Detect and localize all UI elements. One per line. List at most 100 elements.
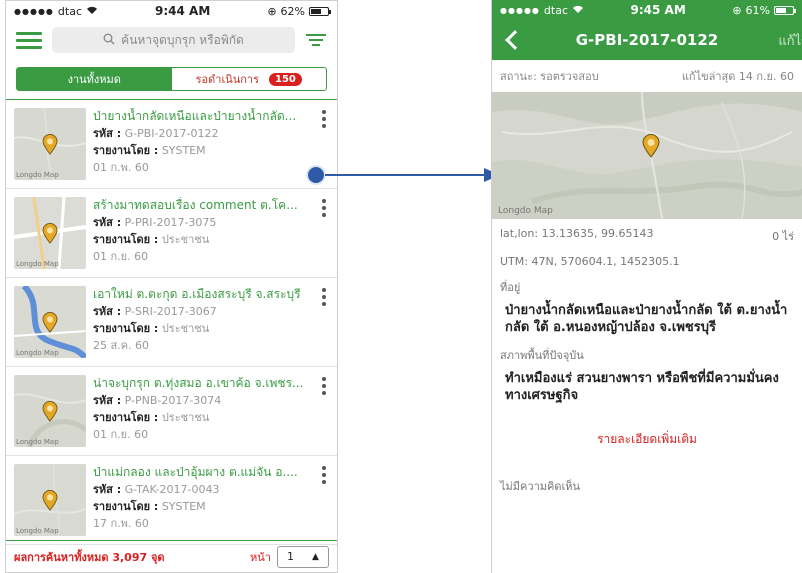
status-bar: ●●●●● dtac 9:44 AM ⊕ 62% bbox=[6, 1, 337, 21]
item-reporter: ประชาชน bbox=[161, 322, 210, 335]
list-item[interactable]: Longdo Map ป่ายางน้ำกลัดเหนือและป่ายางน้… bbox=[6, 100, 337, 189]
list-item[interactable]: Longdo Map เอาใหม่ ต.ตะกุด อ.เมืองสระบุร… bbox=[6, 278, 337, 367]
code-label: รหัส : bbox=[93, 305, 122, 318]
coords-row: lat,lon: 13.13635, 99.65143 0 ไร่ bbox=[492, 219, 802, 245]
tab-segment: งานทั้งหมด รอดำเนินการ 150 bbox=[16, 67, 327, 91]
menu-icon[interactable] bbox=[16, 31, 42, 49]
area-value: 0 ไร่ bbox=[772, 230, 794, 243]
map-attribution: Longdo Map bbox=[16, 438, 59, 446]
condition-label: สภาพพื้นที่ปัจจุบัน bbox=[500, 349, 584, 362]
filter-icon[interactable] bbox=[305, 34, 327, 46]
item-date: 17 ก.พ. 60 bbox=[93, 517, 149, 530]
item-date: 01 ก.พ. 60 bbox=[93, 161, 149, 174]
item-reporter: ประชาชน bbox=[161, 233, 210, 246]
map-attribution: Longdo Map bbox=[16, 349, 59, 357]
connector-dot bbox=[306, 165, 326, 185]
wifi-icon bbox=[572, 4, 584, 17]
location-pin-icon bbox=[42, 134, 58, 155]
more-vert-icon[interactable] bbox=[322, 377, 328, 395]
item-title: น่าจะบุกรุก ต.ทุ่งสมอ อ.เขาค้อ จ.เพชร... bbox=[93, 376, 304, 390]
item-code: G-PBI-2017-0122 bbox=[124, 127, 219, 140]
location-pin-icon bbox=[42, 401, 58, 422]
list-item[interactable]: Longdo Map น่าจะบุกรุก ต.ทุ่งสมอ อ.เขาค้… bbox=[6, 367, 337, 456]
item-code: P-PRI-2017-3075 bbox=[124, 216, 217, 229]
condition-value: ทำเหมืองแร่ สวนยางพารา หรือพืชที่มีความม… bbox=[492, 364, 802, 404]
tab-all[interactable]: งานทั้งหมด bbox=[17, 68, 172, 90]
battery-icon bbox=[774, 5, 796, 15]
location-pin-icon bbox=[42, 223, 58, 244]
more-vert-icon[interactable] bbox=[322, 466, 328, 484]
item-code: P-SRI-2017-3067 bbox=[124, 305, 217, 318]
more-details-link[interactable]: รายละเอียดเพิ่มเติม bbox=[492, 404, 802, 449]
location-pin-icon bbox=[642, 134, 660, 158]
chevron-up-icon: ▲ bbox=[312, 551, 319, 562]
reporter-label: รายงานโดย : bbox=[93, 322, 159, 335]
reporter-label: รายงานโดย : bbox=[93, 144, 159, 157]
edit-button[interactable]: แก้ไข bbox=[778, 30, 802, 51]
rotation-lock-icon: ⊕ bbox=[267, 4, 277, 18]
list-item[interactable]: Longdo Map สร้างมาทดสอบเรื่อง comment ต.… bbox=[6, 189, 337, 278]
tab-pending-label: รอดำเนินการ bbox=[195, 73, 259, 86]
report-list: Longdo Map ป่ายางน้ำกลัดเหนือและป่ายางน้… bbox=[6, 99, 337, 545]
code-label: รหัส : bbox=[93, 483, 122, 496]
map-thumbnail: Longdo Map bbox=[14, 108, 86, 180]
clock: 9:44 AM bbox=[155, 4, 211, 18]
more-vert-icon[interactable] bbox=[322, 288, 328, 306]
result-total: ผลการค้นหาทั้งหมด 3,097 จุด bbox=[14, 550, 165, 564]
code-label: รหัส : bbox=[93, 127, 122, 140]
battery-percent: 62% bbox=[280, 4, 305, 18]
carrier-label: dtac bbox=[543, 3, 568, 17]
map-thumbnail: Longdo Map bbox=[14, 197, 86, 269]
page-selector[interactable]: 1 ▲ bbox=[277, 545, 329, 568]
last-updated: แก้ไขล่าสุด 14 ก.ย. 60 bbox=[681, 70, 794, 83]
location-pin-icon bbox=[42, 490, 58, 511]
item-title: ป่าแม่กลอง และป่าอุ้มผาง ต.แม่จัน อ.... bbox=[93, 465, 298, 479]
condition-line-1: ทำเหมืองแร่ สวนยางพารา หรือพืชที่มีความม… bbox=[505, 371, 779, 386]
address-label: ที่อยู่ bbox=[500, 281, 521, 294]
page-title: G-PBI-2017-0122 bbox=[575, 31, 719, 49]
detail-header: ●●●●● dtac 9:45 AM ⊕ 61% G-PBI-2017-0122… bbox=[492, 0, 802, 60]
location-map[interactable]: Longdo Map bbox=[492, 92, 802, 219]
review-status: สถานะ: รอตรวจสอบ bbox=[500, 70, 599, 83]
code-label: รหัส : bbox=[93, 216, 122, 229]
battery-icon bbox=[309, 6, 331, 16]
map-thumbnail: Longdo Map bbox=[14, 286, 86, 358]
reporter-label: รายงานโดย : bbox=[93, 500, 159, 513]
comments-status: ไม่มีความคิดเห็น bbox=[500, 480, 581, 493]
clock: 9:45 AM bbox=[630, 3, 686, 17]
reporter-label: รายงานโดย : bbox=[93, 411, 159, 424]
list-screen: ●●●●● dtac 9:44 AM ⊕ 62% ค้นหาจุดบุกรุก … bbox=[5, 0, 338, 573]
utm-value: UTM: 47N, 570604.1, 1452305.1 bbox=[500, 255, 680, 268]
condition-line-2: ทางเศรษฐกิจ bbox=[505, 388, 579, 403]
nav-bar: G-PBI-2017-0122 แก้ไข bbox=[492, 20, 802, 60]
detail-screen: ●●●●● dtac 9:45 AM ⊕ 61% G-PBI-2017-0122… bbox=[491, 0, 802, 573]
tab-pending[interactable]: รอดำเนินการ 150 bbox=[172, 68, 327, 90]
item-code: P-PNB-2017-3074 bbox=[124, 394, 222, 407]
address-line-1: ป่ายางน้ำกลัดเหนือและป่ายางน้ำกลัด ใต้ ต… bbox=[505, 303, 788, 318]
carrier-label: dtac bbox=[57, 4, 82, 18]
location-pin-icon bbox=[42, 312, 58, 333]
list-item[interactable]: Longdo Map ป่าแม่กลอง และป่าอุ้มผาง ต.แม… bbox=[6, 456, 337, 545]
item-title: เอาใหม่ ต.ตะกุด อ.เมืองสระบุรี จ.สระบุรี bbox=[93, 287, 301, 301]
more-vert-icon[interactable] bbox=[322, 199, 328, 217]
list-footer: ผลการค้นหาทั้งหมด 3,097 จุด หน้า 1 ▲ bbox=[6, 540, 337, 572]
rotation-lock-icon: ⊕ bbox=[732, 3, 742, 17]
search-input[interactable]: ค้นหาจุดบุกรุก หรือพิกัด bbox=[52, 27, 295, 53]
map-thumbnail: Longdo Map bbox=[14, 375, 86, 447]
item-date: 01 ก.ย. 60 bbox=[93, 428, 149, 441]
search-placeholder: ค้นหาจุดบุกรุก หรือพิกัด bbox=[121, 32, 244, 47]
map-attribution: Longdo Map bbox=[16, 171, 59, 179]
item-code: G-TAK-2017-0043 bbox=[124, 483, 220, 496]
battery-percent: 61% bbox=[745, 3, 770, 17]
signal-icon: ●●●●● bbox=[14, 6, 54, 16]
wifi-icon bbox=[86, 5, 98, 18]
item-date: 25 ส.ค. 60 bbox=[93, 339, 150, 352]
address-line-2: กลัด ใต้ อ.หนองหญ้าปล้อง จ.เพชรบุรี bbox=[505, 320, 716, 335]
latlon-value: lat,lon: 13.13635, 99.65143 bbox=[500, 227, 654, 240]
page-label: หน้า bbox=[250, 550, 271, 564]
map-attribution: Longdo Map bbox=[16, 527, 59, 535]
more-vert-icon[interactable] bbox=[322, 110, 328, 128]
map-attribution: Longdo Map bbox=[16, 260, 59, 268]
item-reporter: SYSTEM bbox=[161, 500, 206, 513]
signal-icon: ●●●●● bbox=[500, 5, 540, 15]
